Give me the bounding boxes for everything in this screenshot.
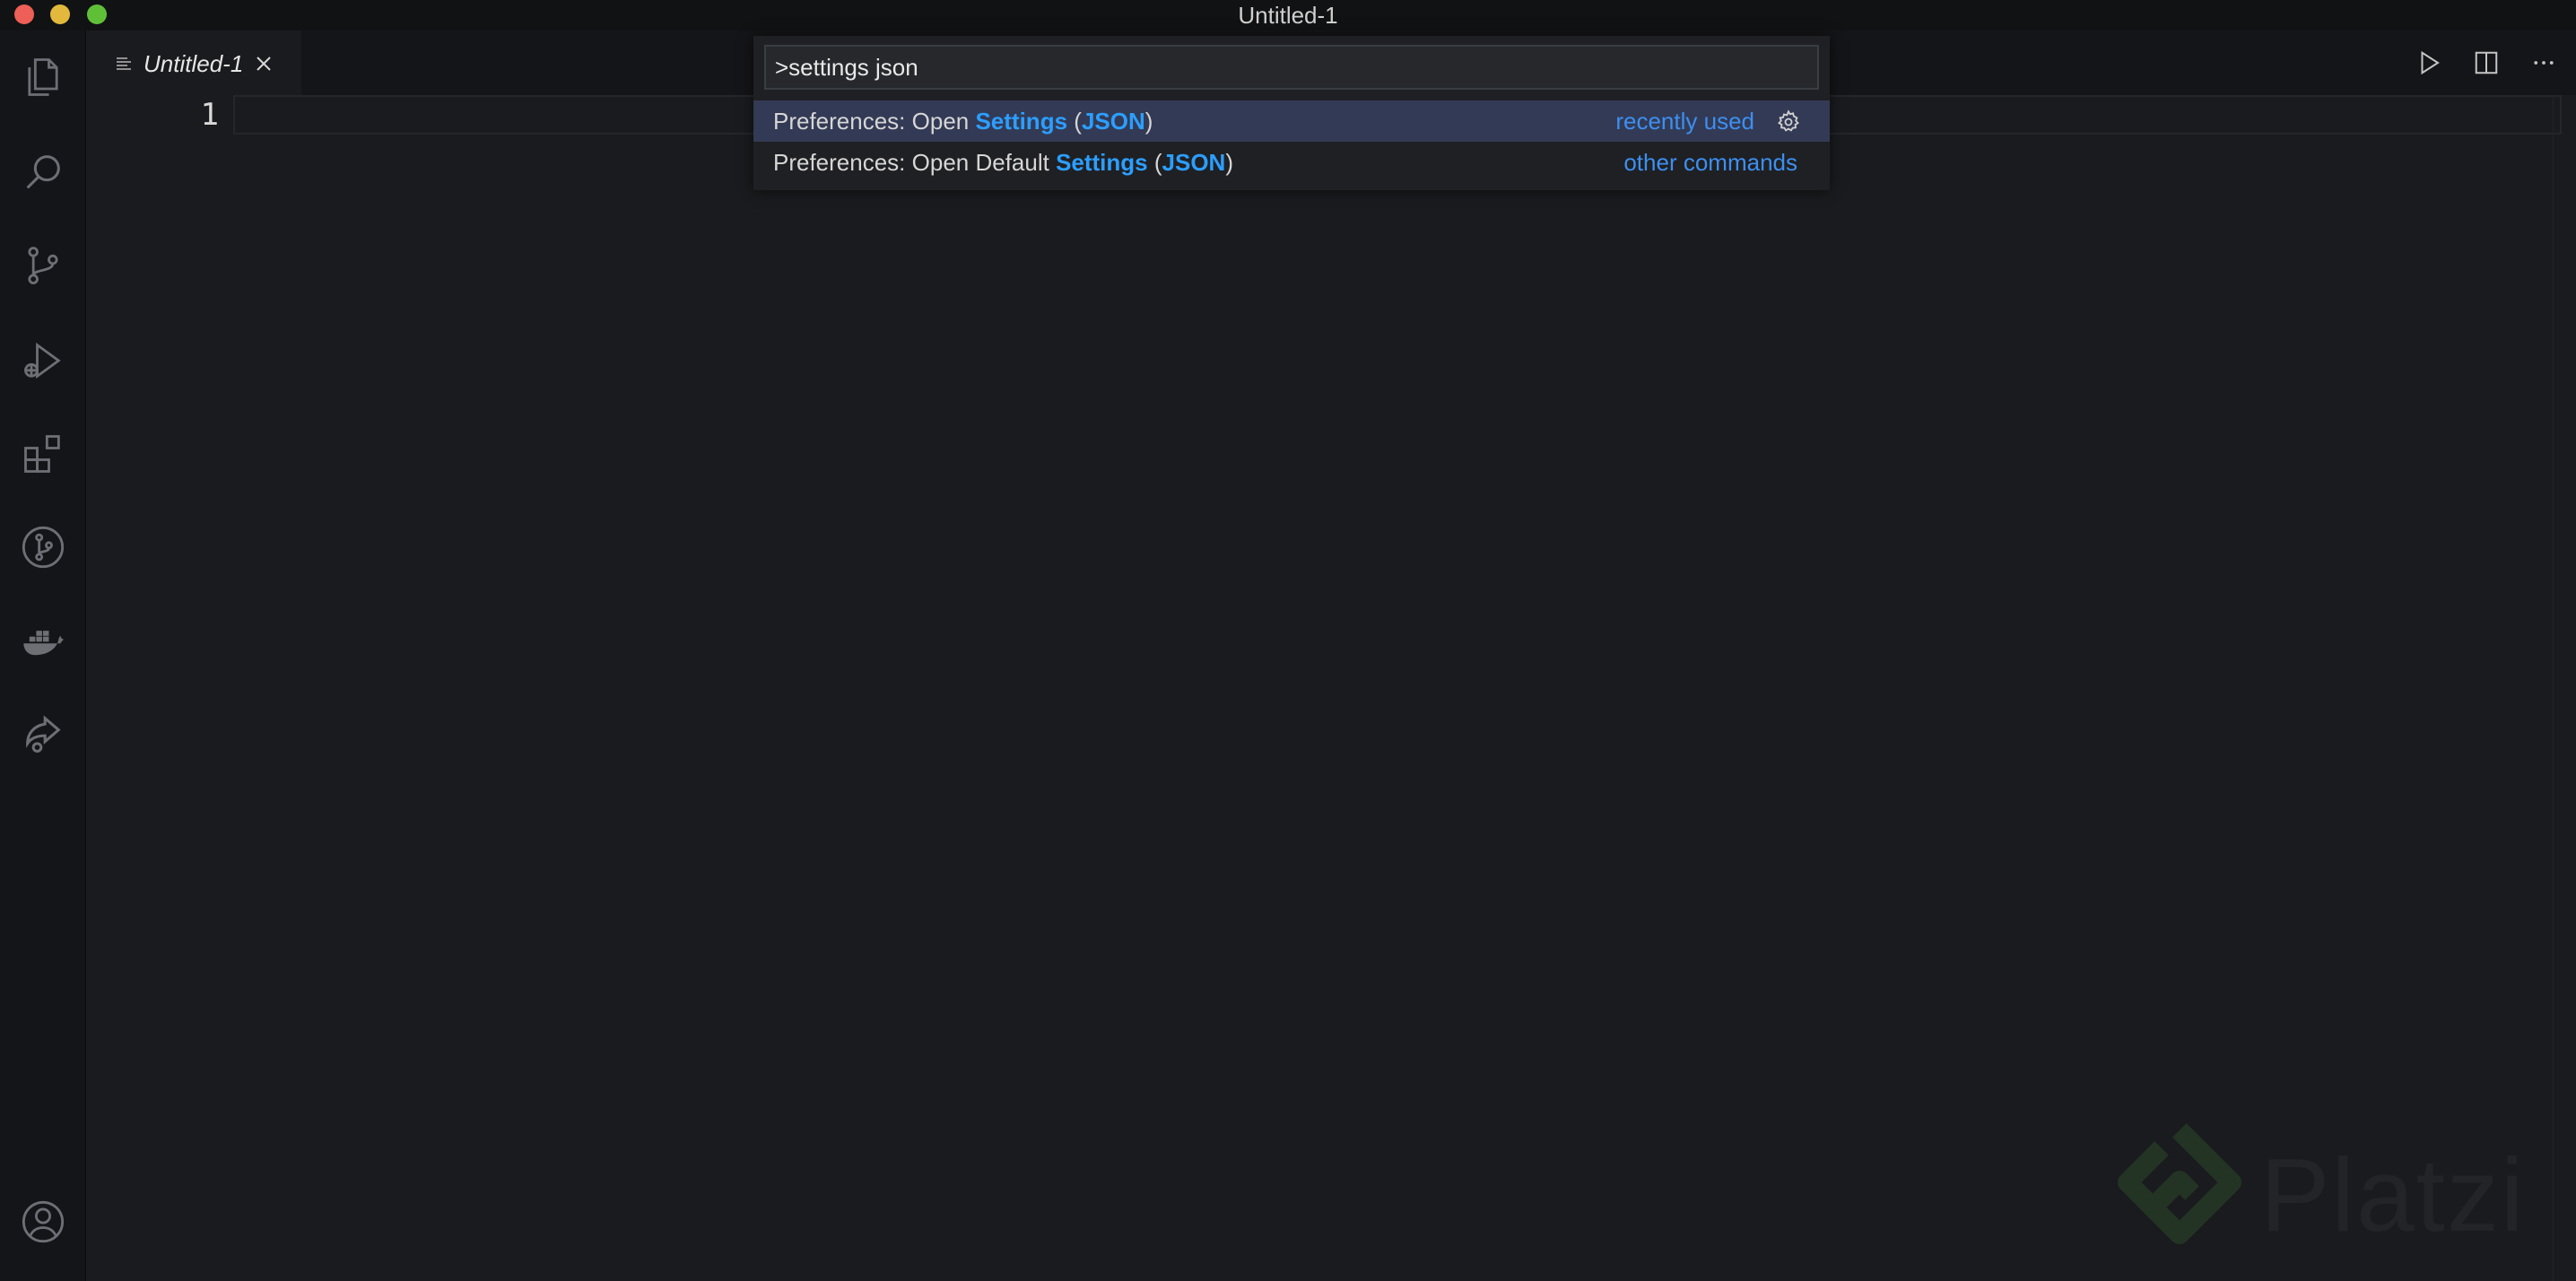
git-graph-icon[interactable] [18,522,68,572]
watermark-text: Platzi [2260,1137,2526,1253]
command-open-default-settings-json[interactable]: Preferences: Open Default Settings ( JSO… [753,142,1830,183]
command-open-settings-json[interactable]: Preferences: Open Settings ( JSON ) rece… [753,100,1830,142]
extensions-icon[interactable] [18,429,68,479]
platzi-watermark: Platzi [2117,1123,2526,1267]
command-palette-list: Preferences: Open Settings ( JSON ) rece… [753,100,1830,183]
text-file-icon [117,57,131,70]
command-match-settings: Settings [1056,148,1148,176]
tab-label: Untitled-1 [144,49,244,77]
other-commands-tag: other commands [1623,149,1797,176]
window-title: Untitled-1 [1238,2,1338,29]
run-icon[interactable] [2411,45,2447,81]
command-label-suffix: ) [1144,107,1153,135]
command-palette-input[interactable] [764,45,1819,90]
accounts-icon[interactable] [18,1197,68,1247]
editor-area[interactable]: 1 [86,95,2576,1281]
source-control-icon[interactable] [18,240,68,291]
close-icon[interactable] [254,54,274,74]
platzi-logo-icon [2118,1123,2241,1244]
live-share-icon[interactable] [18,709,68,759]
editor-actions [2411,45,2562,81]
command-palette: Preferences: Open Settings ( JSON ) rece… [753,36,1830,190]
command-label-prefix: Preferences: Open Default [773,148,1057,176]
command-label-prefix: Preferences: Open [773,107,976,135]
explorer-icon[interactable] [18,52,68,102]
docker-icon[interactable] [18,615,68,666]
command-label-mid: ( [1147,148,1162,176]
command-match-json: JSON [1081,107,1145,135]
editor-scrollbar[interactable] [2553,95,2576,1281]
command-label-suffix: ) [1225,148,1234,176]
run-debug-icon[interactable] [18,336,68,386]
line-number: 1 [200,97,219,133]
command-label-mid: ( [1067,107,1082,135]
activity-bar [0,30,86,1281]
command-match-settings: Settings [975,107,1068,135]
more-actions-icon[interactable] [2526,45,2562,81]
search-icon[interactable] [18,147,68,197]
gear-icon[interactable] [1776,109,1801,135]
split-editor-icon[interactable] [2468,45,2504,81]
command-match-json: JSON [1162,148,1226,176]
tab-untitled-1[interactable]: Untitled-1 [86,30,301,95]
recently-used-tag: recently used [1615,108,1754,135]
title-bar: Untitled-1 [0,0,2576,30]
